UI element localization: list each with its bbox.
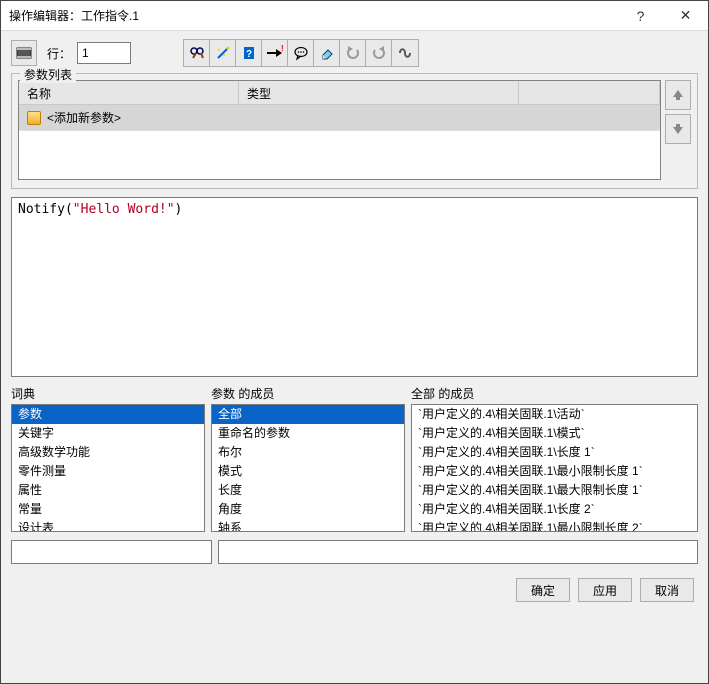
list-item[interactable]: 角度	[212, 500, 404, 519]
list-item[interactable]: `用户定义的.4\相关固联.1\长度 1`	[412, 443, 697, 462]
list-item[interactable]: `用户定义的.4\相关固联.1\长度 2`	[412, 500, 697, 519]
info-icon[interactable]: ?	[236, 40, 262, 66]
param-header-type[interactable]: 类型	[239, 81, 519, 104]
list-item[interactable]: 模式	[212, 462, 404, 481]
param-table-wrap: 名称 类型 <添加新参数>	[18, 80, 691, 180]
toolbar: 行： ? !	[11, 39, 698, 67]
expression-input-left[interactable]	[11, 540, 212, 564]
bottom-inputs	[11, 540, 698, 564]
dict-col-3: 全部 的成员 `用户定义的.4\相关固联.1\活动``用户定义的.4\相关固联.…	[411, 385, 698, 532]
param-list-fieldset: 参数列表 名称 类型 <添加新参数>	[11, 73, 698, 189]
param-add-row[interactable]: <添加新参数>	[19, 105, 660, 131]
toolbar-group: ? !	[183, 39, 419, 67]
code-suffix: )	[175, 202, 183, 217]
list-item[interactable]: 设计表	[12, 519, 204, 532]
line-input[interactable]	[77, 42, 131, 64]
dictionary-row: 词典 参数关键字高级数学功能零件测量属性常量设计表搜索函数 参数 的成员 全部重…	[11, 385, 698, 532]
list-item[interactable]: `用户定义的.4\相关固联.1\活动`	[412, 405, 697, 424]
line-label: 行：	[47, 45, 71, 62]
list-item[interactable]: `用户定义的.4\相关固联.1\最小限制长度 1`	[412, 462, 697, 481]
members-listbox[interactable]: 全部重命名的参数布尔模式长度角度轴系	[211, 404, 405, 532]
comment-icon[interactable]	[288, 40, 314, 66]
cancel-button[interactable]: 取消	[640, 578, 694, 602]
dict-col-1: 词典 参数关键字高级数学功能零件测量属性常量设计表搜索函数	[11, 385, 205, 532]
list-item[interactable]: 布尔	[212, 443, 404, 462]
dict-label-3: 全部 的成员	[411, 385, 698, 404]
move-down-button[interactable]	[665, 114, 691, 144]
list-item[interactable]: 高级数学功能	[12, 443, 204, 462]
dict-label-1: 词典	[11, 385, 205, 404]
code-prefix: Notify(	[18, 202, 73, 217]
window-title: 操作编辑器：工作指令.1	[9, 7, 618, 24]
dict-label-2: 参数 的成员	[211, 385, 405, 404]
code-editor[interactable]: Notify("Hello Word!")	[11, 197, 698, 377]
move-up-button[interactable]	[665, 80, 691, 110]
list-item[interactable]: 常量	[12, 500, 204, 519]
erase-icon[interactable]	[314, 40, 340, 66]
svg-text:!: !	[281, 45, 284, 53]
param-table-header: 名称 类型	[19, 81, 660, 105]
list-item[interactable]: 长度	[212, 481, 404, 500]
list-item[interactable]: 轴系	[212, 519, 404, 532]
help-button[interactable]: ?	[618, 1, 663, 31]
dialog-content: 行： ? !	[1, 31, 708, 683]
svg-text:?: ?	[245, 49, 251, 60]
list-item[interactable]: 零件测量	[12, 462, 204, 481]
param-table[interactable]: 名称 类型 <添加新参数>	[18, 80, 661, 180]
ok-button[interactable]: 确定	[516, 578, 570, 602]
list-item[interactable]: `用户定义的.4\相关固联.1\最小限制长度 2`	[412, 519, 697, 532]
titlebar: 操作编辑器：工作指令.1 ? ✕	[1, 1, 708, 31]
dict-col-2: 参数 的成员 全部重命名的参数布尔模式长度角度轴系	[211, 385, 405, 532]
redo-icon[interactable]	[366, 40, 392, 66]
dict-listbox[interactable]: 参数关键字高级数学功能零件测量属性常量设计表搜索函数	[11, 404, 205, 532]
film-icon[interactable]	[11, 40, 37, 66]
list-item[interactable]: `用户定义的.4\相关固联.1\模式`	[412, 424, 697, 443]
param-add-label: <添加新参数>	[47, 109, 121, 126]
all-members-listbox[interactable]: `用户定义的.4\相关固联.1\活动``用户定义的.4\相关固联.1\模式``用…	[411, 404, 698, 532]
find-icon[interactable]	[184, 40, 210, 66]
param-list-legend: 参数列表	[20, 66, 76, 83]
list-item[interactable]: 重命名的参数	[212, 424, 404, 443]
param-reorder-buttons	[665, 80, 691, 180]
expression-input-right[interactable]	[218, 540, 698, 564]
list-item[interactable]: 全部	[212, 405, 404, 424]
undo-icon[interactable]	[340, 40, 366, 66]
param-row-icon	[27, 111, 41, 125]
dialog-window: 操作编辑器：工作指令.1 ? ✕ 行： ?	[0, 0, 709, 684]
dialog-footer: 确定 应用 取消	[11, 574, 698, 604]
apply-button[interactable]: 应用	[578, 578, 632, 602]
list-item[interactable]: 参数	[12, 405, 204, 424]
param-header-spacer	[519, 81, 660, 104]
code-string: "Hello Word!"	[73, 202, 175, 217]
list-item[interactable]: `用户定义的.4\相关固联.1\最大限制长度 1`	[412, 481, 697, 500]
list-item[interactable]: 属性	[12, 481, 204, 500]
close-button[interactable]: ✕	[663, 1, 708, 31]
param-header-name[interactable]: 名称	[19, 81, 239, 104]
wand-icon[interactable]	[210, 40, 236, 66]
loop-icon[interactable]	[392, 40, 418, 66]
list-item[interactable]: 关键字	[12, 424, 204, 443]
runto-icon[interactable]: !	[262, 40, 288, 66]
